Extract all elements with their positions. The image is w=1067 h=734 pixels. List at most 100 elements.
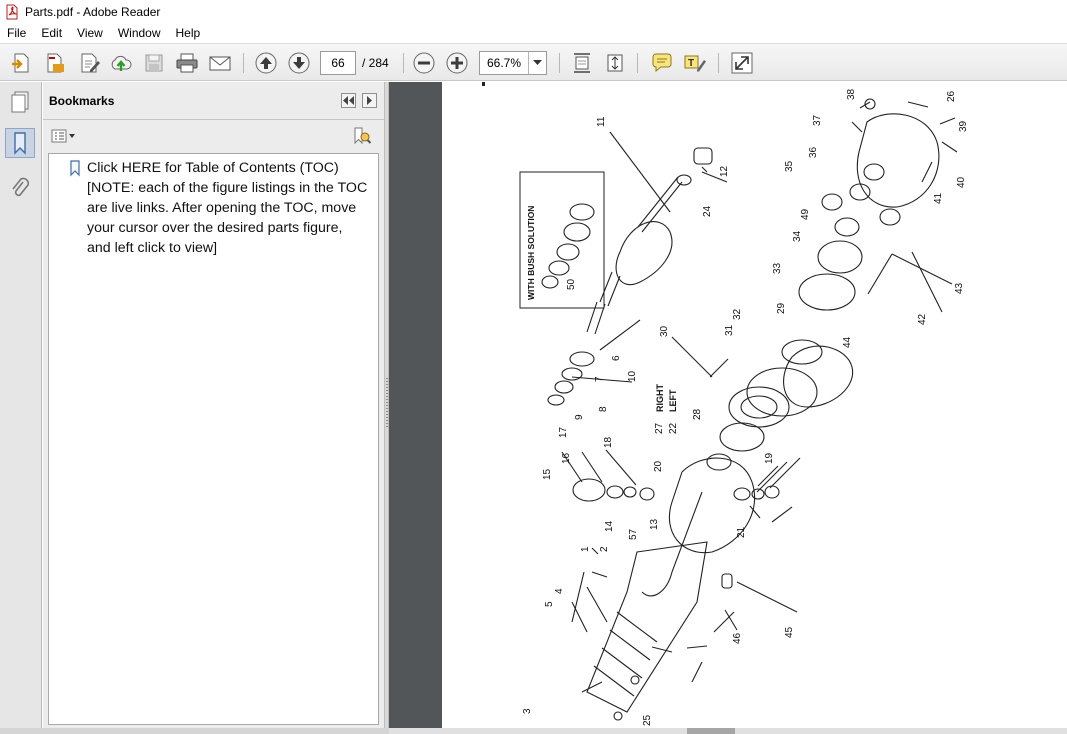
bookmarks-toolbar: [43, 121, 384, 151]
collapse-panel-button[interactable]: [341, 93, 356, 108]
paperclip-icon: [12, 177, 30, 197]
callout-label: 10: [627, 370, 638, 382]
menu-edit[interactable]: Edit: [34, 23, 70, 43]
exploded-parts-diagram: 1 234567891011121314151617181920212224252…: [482, 78, 969, 726]
chevron-down-icon: [533, 60, 542, 65]
chevron-right-icon: [367, 96, 372, 105]
callout-label: 39: [958, 120, 969, 132]
find-bookmark-button[interactable]: [352, 127, 372, 145]
bookmark-icon: [70, 160, 80, 177]
callout-label: 4: [554, 588, 565, 594]
callout-label: 27: [654, 422, 665, 434]
callout-label: 50: [566, 278, 577, 290]
bookmarks-tab-button[interactable]: [5, 128, 35, 158]
callout-label: 22: [668, 422, 679, 434]
horizontal-scrollbar[interactable]: [389, 728, 1067, 734]
callout-label: 14: [604, 520, 615, 532]
window-title: Parts.pdf - Adobe Reader: [25, 4, 161, 19]
bookmark-options-button[interactable]: [51, 128, 77, 144]
list-options-icon: [51, 129, 75, 143]
callout-label: 15: [542, 468, 553, 480]
edit-pdf-button[interactable]: [76, 50, 102, 76]
callout-label: 12: [719, 165, 730, 177]
menu-window[interactable]: Window: [111, 23, 169, 43]
callout-label: 35: [784, 160, 795, 172]
next-page-icon: [288, 52, 310, 74]
zoom-combobox[interactable]: [479, 51, 547, 75]
scrolling-mode-button[interactable]: [602, 50, 628, 76]
scrollbar-thumb[interactable]: [687, 728, 735, 734]
callout-label: 8: [598, 406, 609, 412]
zoom-out-icon: [413, 52, 435, 74]
print-button[interactable]: [174, 50, 200, 76]
fit-page-icon: [574, 53, 590, 73]
cloud-upload-icon: [111, 55, 132, 71]
callout-label: 31: [724, 324, 735, 336]
fit-page-button[interactable]: [569, 50, 595, 76]
export-pdf-button[interactable]: [42, 50, 68, 76]
toolbar-separator: [718, 53, 719, 73]
callout-label: 24: [702, 205, 713, 217]
inset-label: WITH BUSH SOLUTION: [526, 206, 536, 300]
callout-label: 33: [772, 262, 783, 274]
title-bar: Parts.pdf - Adobe Reader: [0, 0, 1067, 23]
page-thumbnails-button[interactable]: [5, 87, 35, 117]
comment-icon: [652, 53, 672, 73]
splitter-grip: [386, 378, 388, 428]
bookmark-item-toc[interactable]: Click HERE for Table of Contents (TOC) […: [69, 158, 369, 258]
panel-options-button[interactable]: [362, 93, 377, 108]
cloud-upload-button[interactable]: [108, 50, 134, 76]
menu-help[interactable]: Help: [169, 23, 209, 43]
zoom-in-button[interactable]: [444, 50, 470, 76]
full-screen-button[interactable]: [729, 50, 755, 76]
create-pdf-button[interactable]: [8, 50, 34, 76]
page-number-input[interactable]: [320, 51, 356, 75]
zoom-out-button[interactable]: [411, 50, 437, 76]
callout-label: 45: [784, 626, 795, 638]
panel-bottom-edge: [0, 728, 389, 734]
page-thumbnails-icon: [11, 91, 29, 113]
bookmarks-panel: Bookmarks Click HERE for Table of Conten…: [43, 82, 384, 734]
previous-page-icon: [255, 52, 277, 74]
callout-label: 36: [808, 146, 819, 158]
bookmarks-title: Bookmarks: [49, 94, 115, 108]
callout-label: 42: [917, 313, 928, 325]
create-pdf-icon: [12, 53, 29, 73]
print-icon: [176, 53, 198, 73]
callout-label: 5: [544, 601, 555, 607]
callout-label: 44: [842, 336, 853, 348]
toolbar-separator: [243, 53, 244, 73]
export-pdf-icon: [47, 53, 64, 73]
attachments-button[interactable]: [5, 173, 35, 203]
highlight-button[interactable]: T: [682, 50, 708, 76]
callout-label: 19: [764, 452, 775, 464]
save-button[interactable]: [141, 50, 167, 76]
comment-button[interactable]: [649, 50, 675, 76]
bookmark-item-label: Click HERE for Table of Contents (TOC) […: [87, 160, 368, 256]
highlight-icon: T: [684, 55, 706, 72]
callout-label: 13: [649, 518, 660, 530]
callout-label: 41: [933, 192, 944, 204]
bookmarks-header: Bookmarks: [43, 82, 384, 120]
side-label-right: RIGHT: [655, 384, 665, 413]
pdf-file-icon: [6, 4, 18, 19]
email-button[interactable]: [207, 50, 233, 76]
callout-label: 3: [522, 708, 533, 714]
zoom-input[interactable]: [480, 52, 528, 74]
document-view[interactable]: 1 2 3 4 5 6 7 8 9 10 11 12 13 14 15 16 17 18 19 20 21 22 24 25 2…: [389, 78, 1067, 734]
zoom-in-icon: [446, 52, 468, 74]
menu-view[interactable]: View: [70, 23, 111, 43]
callout-label: 29: [776, 302, 787, 314]
previous-page-button[interactable]: [253, 50, 279, 76]
toolbar-separator: [403, 53, 404, 73]
save-icon: [145, 54, 163, 72]
callout-label: 34: [792, 230, 803, 242]
callout-label: 7: [594, 376, 605, 382]
bookmark-search-icon: [354, 127, 372, 145]
scrolling-mode-icon: [607, 54, 623, 72]
callout-label: 28: [692, 408, 703, 420]
next-page-button[interactable]: [286, 50, 312, 76]
callout-label: 2: [599, 546, 610, 552]
zoom-dropdown-button[interactable]: [528, 52, 546, 74]
menu-file[interactable]: File: [0, 23, 34, 43]
